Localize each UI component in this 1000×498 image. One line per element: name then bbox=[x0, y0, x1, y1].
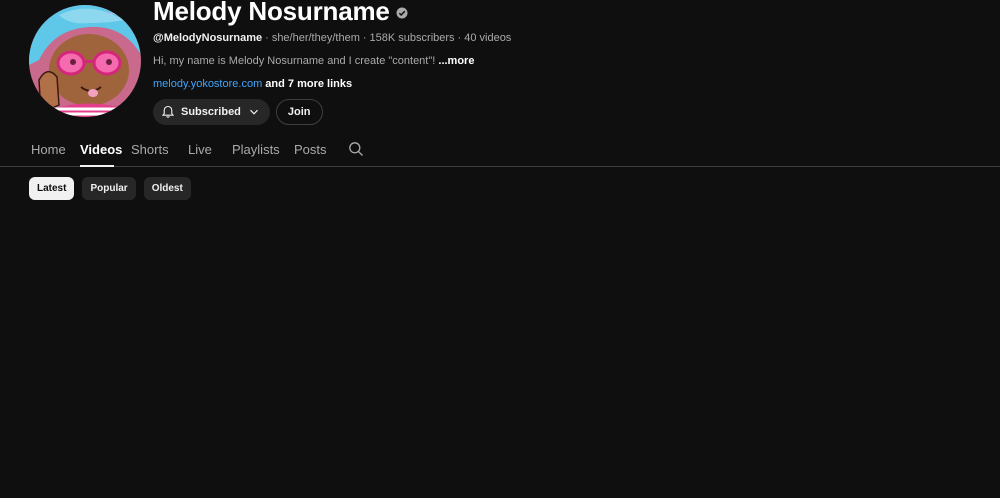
active-tab-indicator bbox=[80, 165, 114, 167]
description-text: Hi, my name is Melody Nosurname and I cr… bbox=[153, 55, 436, 67]
tab-home[interactable]: Home bbox=[31, 142, 66, 158]
description-more-link[interactable]: ...more bbox=[438, 55, 474, 67]
join-label: Join bbox=[287, 106, 311, 118]
bell-icon bbox=[161, 105, 175, 118]
subscriber-count: 158K subscribers bbox=[369, 32, 455, 44]
channel-handle: @MelodyNosurname bbox=[153, 32, 263, 44]
join-button[interactable]: Join bbox=[275, 99, 323, 125]
video-count: 40 videos bbox=[464, 32, 512, 44]
chevron-down-icon bbox=[249, 109, 258, 115]
tab-shorts[interactable]: Shorts bbox=[131, 142, 169, 158]
channel-pronouns: she/her/they/them bbox=[271, 32, 360, 44]
sort-chips: Latest Popular Oldest bbox=[29, 177, 191, 200]
channel-links: melody.yokostore.com and 7 more links bbox=[153, 77, 352, 91]
channel-meta: @MelodyNosurname · she/her/they/them · 158K … bbox=[153, 31, 511, 45]
channel-page: Melody Nosurname @MelodyNosurname · she/he… bbox=[0, 0, 1000, 498]
meta-separator: · bbox=[362, 32, 367, 44]
channel-avatar[interactable] bbox=[29, 5, 141, 117]
more-links-button[interactable]: and 7 more links bbox=[265, 78, 352, 90]
chip-oldest[interactable]: Oldest bbox=[143, 177, 191, 200]
channel-description[interactable]: Hi, my name is Melody Nosurname and I cr… bbox=[153, 54, 474, 68]
tab-playlists[interactable]: Playlists bbox=[232, 142, 280, 158]
tab-live[interactable]: Live bbox=[188, 142, 212, 158]
search-icon[interactable] bbox=[348, 141, 364, 157]
chip-popular[interactable]: Popular bbox=[82, 177, 136, 200]
tab-posts[interactable]: Posts bbox=[294, 142, 327, 158]
subscribed-button[interactable]: Subscribed bbox=[153, 99, 270, 125]
channel-actions: Subscribed Join bbox=[153, 99, 323, 125]
chip-latest[interactable]: Latest bbox=[29, 177, 75, 200]
verified-check-icon bbox=[396, 7, 408, 18]
meta-separator: · bbox=[457, 32, 462, 44]
subscribed-label: Subscribed bbox=[181, 106, 241, 118]
channel-tabs: Home Videos Shorts Live Playlists Posts bbox=[0, 134, 1000, 167]
meta-separator: · bbox=[265, 32, 269, 44]
channel-title-row: Melody Nosurname bbox=[153, 0, 408, 25]
channel-name: Melody Nosurname bbox=[153, 0, 390, 26]
channel-link[interactable]: melody.yokostore.com bbox=[153, 78, 262, 90]
channel-info: Melody Nosurname @MelodyNosurname · she/he… bbox=[153, 0, 511, 125]
tab-videos[interactable]: Videos bbox=[80, 142, 122, 158]
